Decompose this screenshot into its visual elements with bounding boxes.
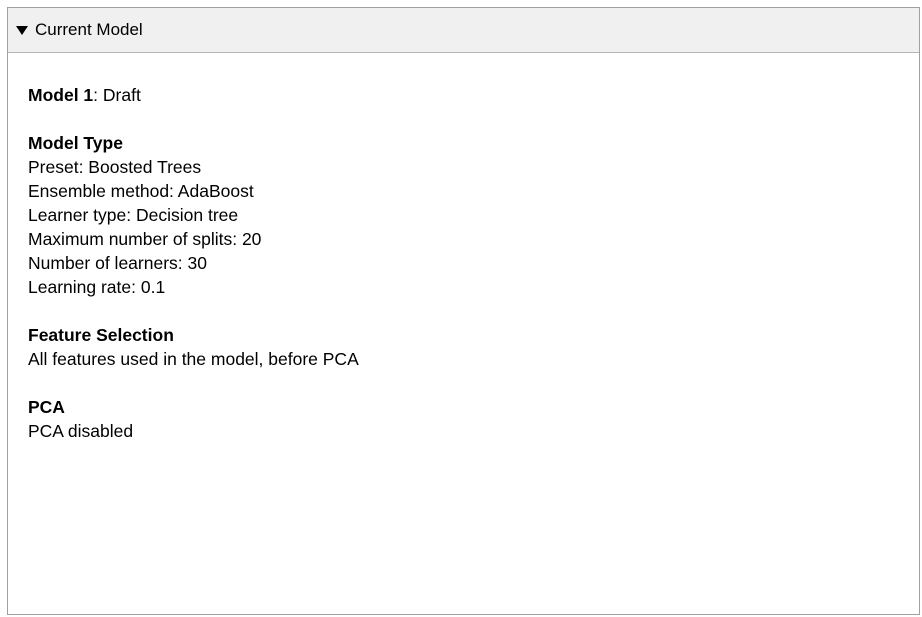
model-status: Draft bbox=[102, 85, 141, 105]
model-type-section: Model Type Preset: Boosted Trees Ensembl… bbox=[28, 131, 919, 299]
current-model-header[interactable]: Current Model bbox=[8, 8, 919, 53]
model-type-ensemble-method: Ensemble method: AdaBoost bbox=[28, 181, 254, 201]
model-name-section: Model 1: Draft bbox=[28, 83, 919, 107]
pca-text: PCA disabled bbox=[28, 421, 134, 441]
current-model-panel: Current Model Model 1: Draft Model Type … bbox=[7, 7, 920, 615]
model-summary: Model 1: Draft Model Type Preset: Booste… bbox=[8, 53, 919, 443]
model-type-learner-type: Learner type: Decision tree bbox=[28, 205, 239, 225]
pca-section: PCA PCA disabled bbox=[28, 395, 919, 443]
model-name-line: Model 1: Draft bbox=[28, 83, 919, 107]
model-type-preset: Preset: Boosted Trees bbox=[28, 157, 202, 177]
feature-selection-heading: Feature Selection bbox=[28, 325, 174, 345]
pca-heading: PCA bbox=[28, 397, 65, 417]
model-type-num-learners: Number of learners: 30 bbox=[28, 253, 207, 273]
model-name-separator: : bbox=[93, 85, 103, 105]
model-type-max-splits: Maximum number of splits: 20 bbox=[28, 229, 262, 249]
panel-title: Current Model bbox=[35, 20, 143, 39]
model-type-learning-rate: Learning rate: 0.1 bbox=[28, 277, 166, 297]
feature-selection-section: Feature Selection All features used in t… bbox=[28, 323, 919, 371]
feature-selection-text: All features used in the model, before P… bbox=[28, 349, 359, 369]
model-name-label: Model 1 bbox=[28, 85, 94, 105]
model-type-heading: Model Type bbox=[28, 133, 123, 153]
caret-down-icon[interactable] bbox=[16, 26, 28, 35]
